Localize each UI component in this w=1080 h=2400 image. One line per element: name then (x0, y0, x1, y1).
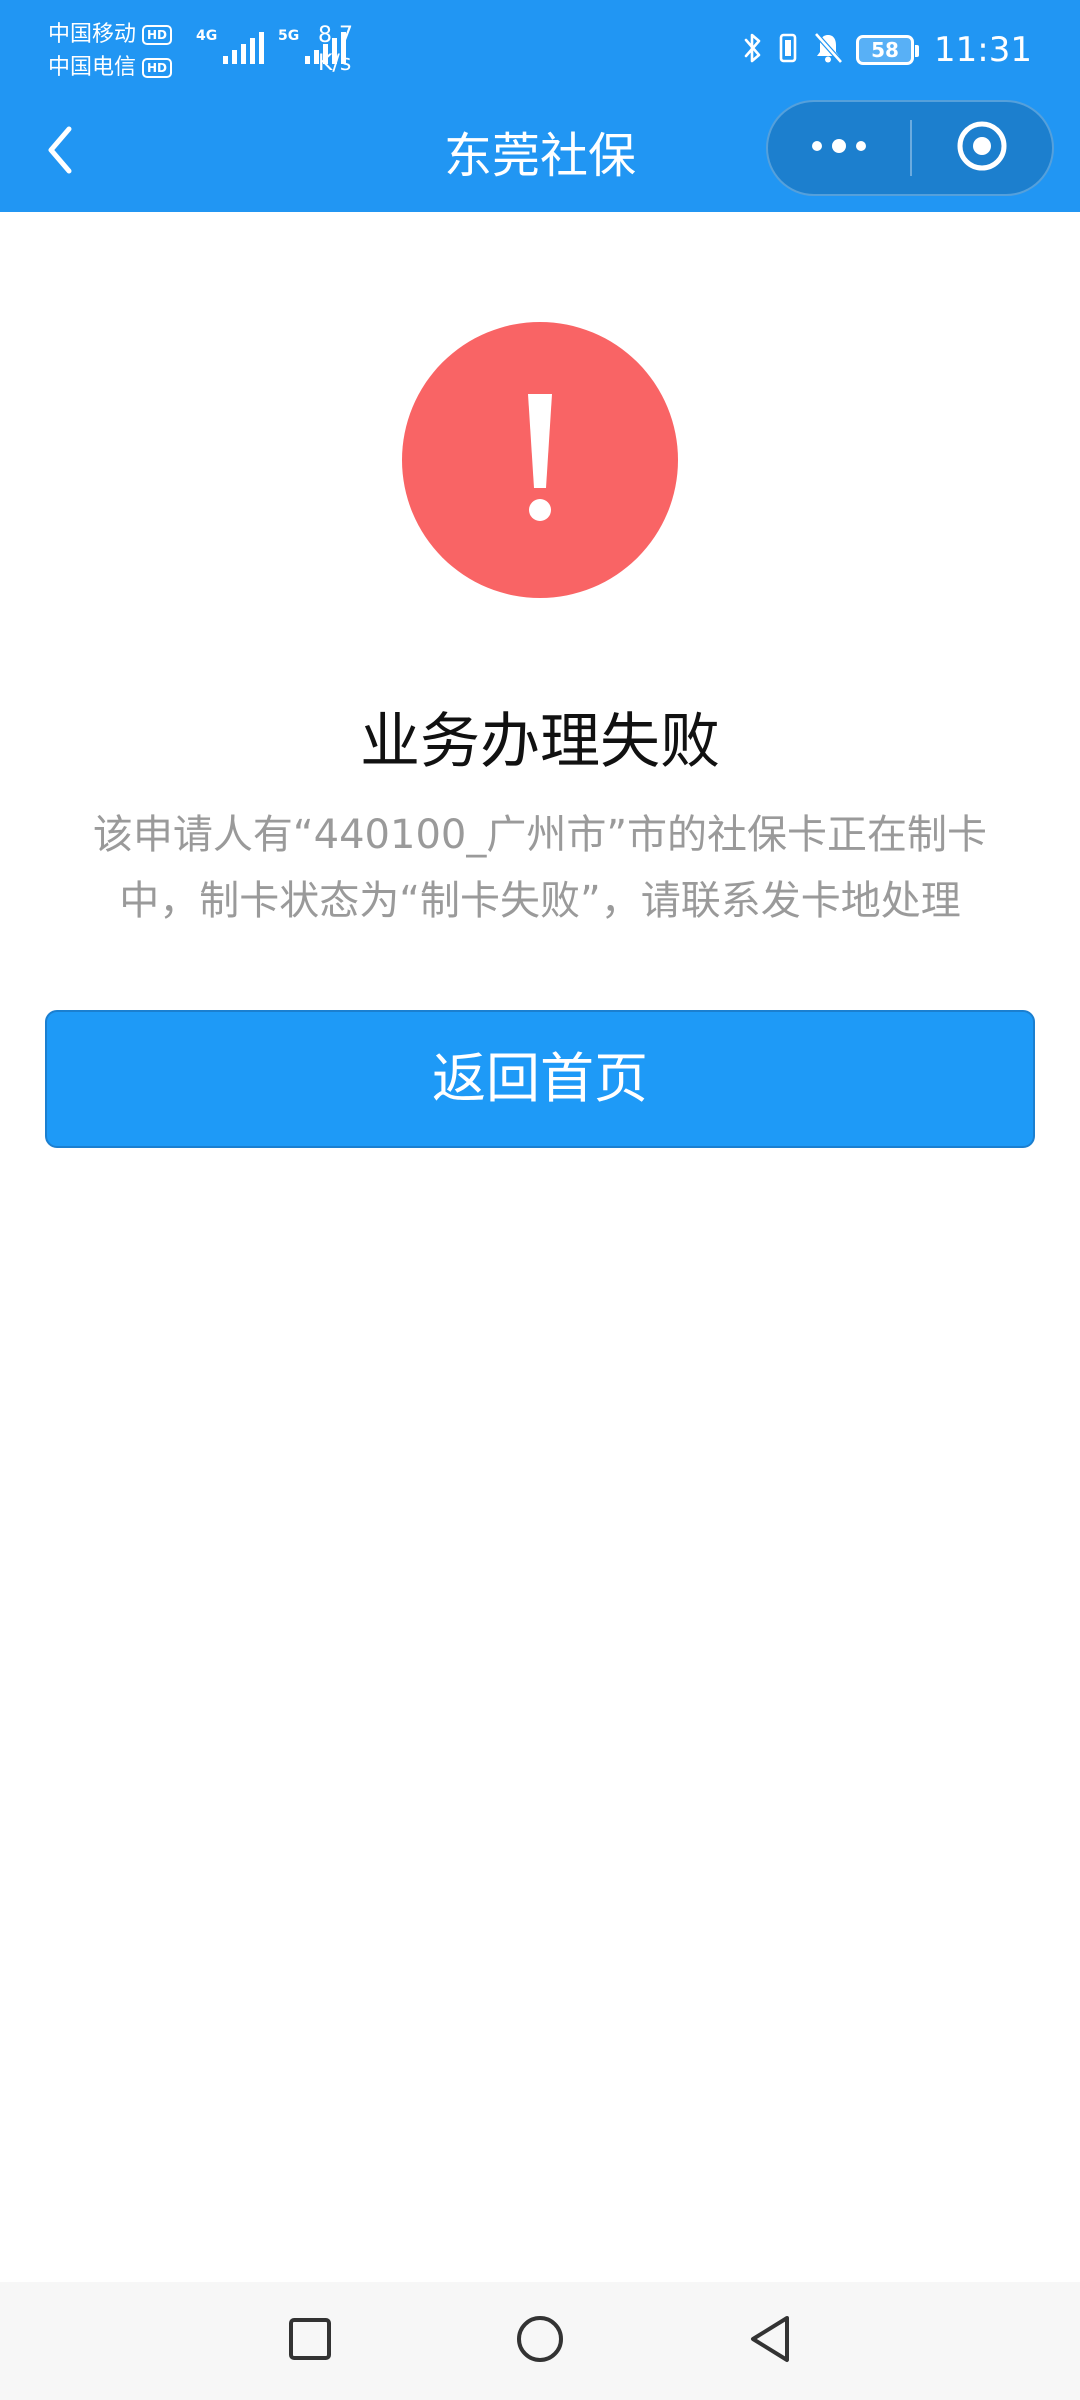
recent-apps-button[interactable] (270, 2301, 350, 2381)
exclamation-icon (520, 388, 560, 532)
hd-badge: HD (142, 57, 173, 78)
result-description: 该申请人有“440100_广州市”市的社保卡正在制卡中，制卡状态为“制卡失败”，… (92, 812, 988, 924)
back-triangle-icon (747, 2314, 793, 2368)
system-back-button[interactable] (730, 2301, 810, 2381)
carrier-row-1: 中国移动 HD (48, 18, 173, 51)
carrier-info: 中国移动 HD 中国电信 HD (48, 18, 173, 84)
app-header: 中国移动 HD 中国电信 HD 4G 5G 8.7 K/s 58 11:31 东… (0, 0, 1080, 212)
nav-bar: 东莞社保 (0, 100, 1080, 212)
speed-unit: K/s (318, 51, 352, 76)
bell-off-icon (812, 31, 844, 69)
status-right: 58 11:31 (742, 28, 1032, 72)
network-speed: 8.7 K/s (318, 22, 353, 78)
hd-badge: HD (142, 24, 173, 45)
bluetooth-icon (742, 31, 764, 69)
status-bar: 中国移动 HD 中国电信 HD 4G 5G 8.7 K/s 58 11:31 (0, 0, 1080, 100)
system-navigation-bar (0, 2282, 1080, 2400)
carrier-2-label: 中国电信 (48, 54, 137, 80)
status-time: 11:31 (934, 30, 1032, 70)
mini-program-capsule (766, 100, 1054, 196)
battery-icon: 58 (856, 35, 920, 65)
carrier-1-label: 中国移动 (48, 21, 137, 47)
return-home-button[interactable]: 返回首页 (45, 1010, 1035, 1148)
more-button[interactable] (768, 102, 910, 194)
more-dots-icon (809, 136, 869, 160)
carrier-row-2: 中国电信 HD (48, 51, 173, 84)
recent-apps-icon (288, 2317, 332, 2365)
vibrate-icon (776, 31, 800, 69)
error-circle-icon (402, 322, 678, 598)
speed-value: 8.7 (318, 23, 353, 48)
signal-4g-icon: 4G (196, 28, 264, 68)
target-circle-icon (954, 118, 1010, 178)
home-button[interactable] (500, 2301, 580, 2381)
close-mini-program-button[interactable] (912, 102, 1052, 194)
home-circle-icon (515, 2314, 565, 2368)
network-type-1: 4G (196, 28, 218, 44)
network-type-2: 5G (278, 28, 300, 44)
result-title: 业务办理失败 (360, 707, 720, 777)
